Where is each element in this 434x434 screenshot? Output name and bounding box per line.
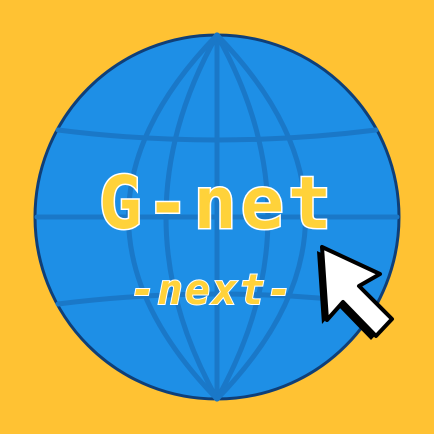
subtitle-text: -next- — [130, 265, 294, 314]
brand-title: G-net — [97, 160, 336, 247]
app-icon: G-net -next- — [0, 0, 434, 434]
brand-subtitle: -next- — [129, 264, 294, 315]
title-text: G-net — [99, 161, 336, 245]
